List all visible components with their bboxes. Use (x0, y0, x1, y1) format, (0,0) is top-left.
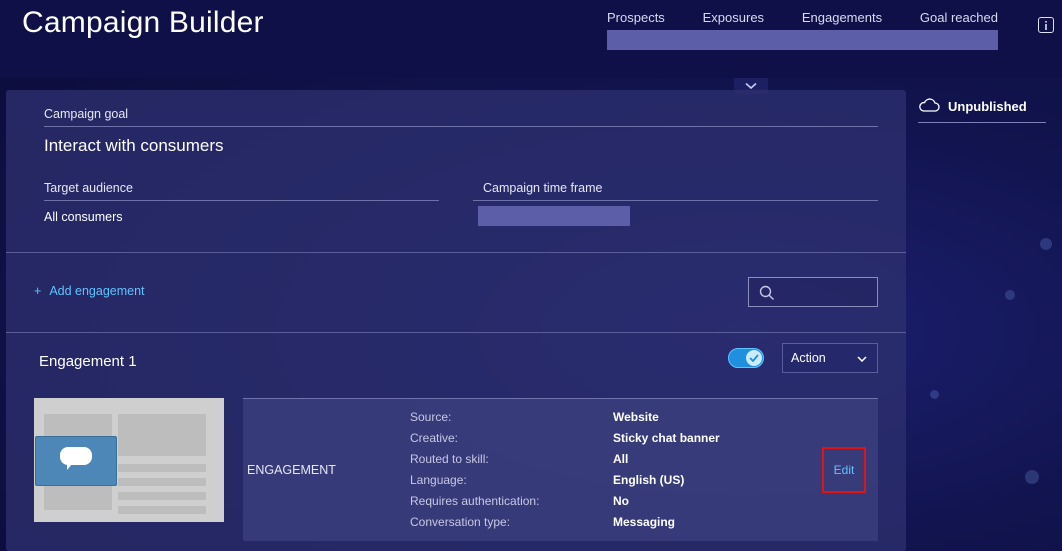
background-decoration (930, 390, 939, 399)
engagement-type-label: ENGAGEMENT (247, 463, 336, 477)
chat-bubble-icon (59, 446, 93, 477)
page-title: Campaign Builder (22, 6, 264, 39)
thumbnail-placeholder-block (118, 414, 206, 456)
action-dropdown[interactable]: Action (782, 343, 878, 373)
detail-key: Routed to skill: (410, 452, 489, 466)
campaign-goal-value[interactable]: Interact with consumers (44, 136, 224, 156)
stat-prospects-label: Prospects (607, 10, 665, 25)
detail-value: English (US) (613, 473, 684, 487)
detail-value: Messaging (613, 515, 675, 529)
section-divider (6, 252, 906, 253)
authentication-value: No (613, 494, 629, 508)
publish-status[interactable]: Unpublished (918, 90, 1046, 122)
action-dropdown-label: Action (791, 351, 826, 365)
source-value: Website (613, 410, 659, 424)
campaign-goal-label: Campaign goal (44, 107, 129, 121)
toggle-knob (746, 350, 762, 366)
check-icon (749, 349, 759, 367)
thumbnail-placeholder-block (118, 506, 206, 514)
detail-key: Conversation type: (410, 515, 510, 529)
sticky-chat-banner (35, 436, 117, 486)
detail-key: Language: (410, 473, 467, 487)
source-key: Source: (410, 410, 452, 424)
background-decoration (1025, 470, 1039, 484)
conversation-type-value: Messaging (613, 515, 676, 529)
detail-value: All (613, 452, 628, 466)
creative-value: Sticky chat banner (613, 431, 720, 445)
engagement-title[interactable]: Engagement 1 (39, 353, 137, 370)
stat-exposures-label: Exposures (702, 10, 765, 25)
background-decoration (1040, 238, 1052, 250)
language-key: Language: (410, 473, 467, 487)
search-input[interactable] (783, 282, 873, 302)
skill-key: Routed to skill: (410, 452, 489, 466)
engagement-search[interactable] (748, 277, 878, 307)
campaign-stats: Prospects Exposures Engagements Goal rea… (607, 10, 998, 50)
detail-value: No (613, 494, 629, 508)
campaign-time-frame-value[interactable] (478, 206, 630, 226)
divider (44, 126, 878, 127)
top-bar: Campaign Builder Prospects Exposures Eng… (0, 0, 1062, 78)
background-decoration (1005, 290, 1015, 300)
chevron-down-icon (857, 351, 867, 365)
section-divider (6, 332, 906, 333)
campaign-time-frame-label: Campaign time frame (483, 181, 603, 195)
language-value: English (US) (613, 473, 685, 487)
detail-key: Source: (410, 410, 451, 424)
publish-status-label: Unpublished (948, 98, 1027, 114)
stat-goal-reached-label: Goal reached (919, 10, 998, 25)
authentication-key: Requires authentication: (410, 494, 540, 508)
edit-engagement-button[interactable]: Edit (822, 447, 866, 493)
stat-engagements-label: Engagements (801, 10, 883, 25)
engagement-toggle[interactable] (728, 348, 764, 368)
thumbnail-placeholder-block (118, 464, 206, 472)
thumbnail-placeholder-block (118, 478, 206, 486)
thumbnail-placeholder-block (118, 492, 206, 500)
info-icon[interactable] (1038, 17, 1054, 33)
divider (473, 200, 878, 201)
detail-key: Requires authentication: (410, 494, 539, 508)
creative-key: Creative: (410, 431, 459, 445)
cloud-icon (918, 97, 940, 115)
target-audience-value[interactable]: All consumers (44, 210, 123, 224)
publish-status-panel: Unpublished (918, 90, 1046, 123)
add-engagement-label: Add engagement (49, 284, 145, 298)
plus-icon: + (34, 284, 42, 298)
divider (44, 200, 439, 201)
stats-bar (607, 30, 998, 50)
divider (918, 122, 1046, 123)
detail-key: Creative: (410, 431, 458, 445)
detail-value: Website (613, 410, 659, 424)
skill-value: All (613, 452, 629, 466)
conversation-type-key: Conversation type: (410, 515, 511, 529)
engagement-card: ENGAGEMENT Source: Website Creative: Sti… (243, 398, 878, 541)
add-engagement-button[interactable]: + Add engagement (34, 284, 145, 298)
target-audience-label: Target audience (44, 181, 133, 195)
stats-labels: Prospects Exposures Engagements Goal rea… (607, 10, 998, 28)
detail-value: Sticky chat banner (613, 431, 720, 445)
creative-thumbnail[interactable] (34, 398, 224, 522)
campaign-panel: Campaign goal Interact with consumers Ta… (6, 90, 906, 551)
